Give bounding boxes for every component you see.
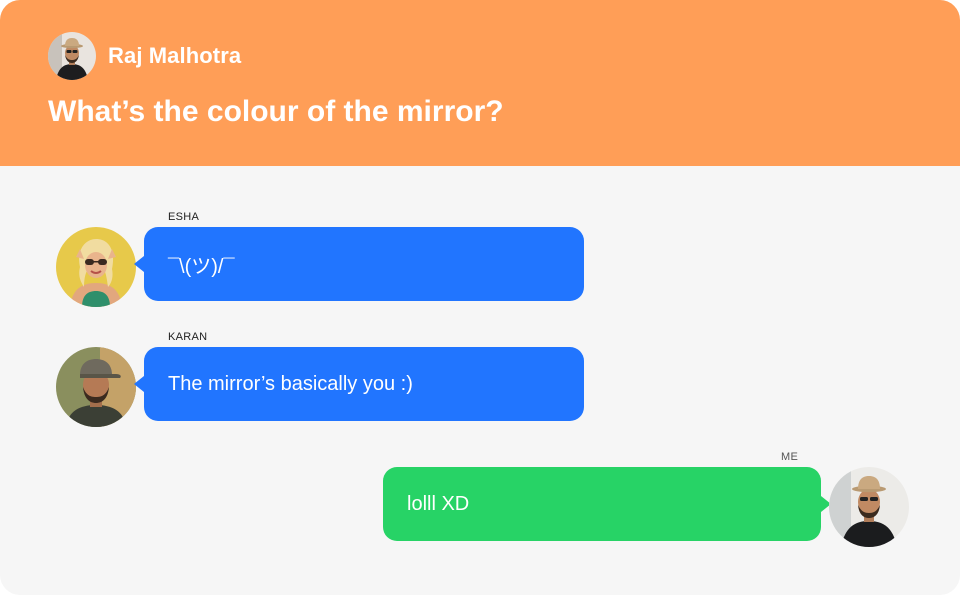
sender-label: ESHA: [168, 211, 200, 223]
user-name[interactable]: Raj Malhotra: [108, 43, 241, 69]
chat-header: Raj Malhotra What’s the colour of the mi…: [0, 0, 960, 166]
message-text: The mirror’s basically you :): [168, 372, 413, 395]
message-bubble[interactable]: ¯\(ツ)/¯: [144, 227, 584, 301]
chat-title: What’s the colour of the mirror?: [48, 95, 504, 128]
man-with-hat-avatar-icon: [829, 467, 909, 547]
man-with-hat-avatar-icon: [48, 32, 96, 80]
man-with-cap-avatar-icon: [56, 347, 136, 427]
message-bubble[interactable]: The mirror’s basically you :): [144, 347, 584, 421]
message-bubble[interactable]: lolll XD: [383, 467, 821, 541]
esha-avatar[interactable]: [56, 227, 136, 307]
bubble-tail: [134, 256, 144, 272]
karan-avatar[interactable]: [56, 347, 136, 427]
user-avatar[interactable]: [48, 32, 96, 80]
bubble-tail: [134, 376, 144, 392]
me-avatar[interactable]: [829, 467, 909, 547]
message-text: lolll XD: [407, 492, 470, 515]
chat-card: Raj Malhotra What’s the colour of the mi…: [0, 0, 960, 595]
sender-label: ME: [781, 451, 799, 463]
woman-with-sunglasses-avatar-icon: [56, 227, 136, 307]
message-text: ¯\(ツ)/¯: [168, 255, 235, 278]
sender-label: KARAN: [168, 331, 208, 343]
header-user[interactable]: Raj Malhotra: [48, 32, 241, 80]
